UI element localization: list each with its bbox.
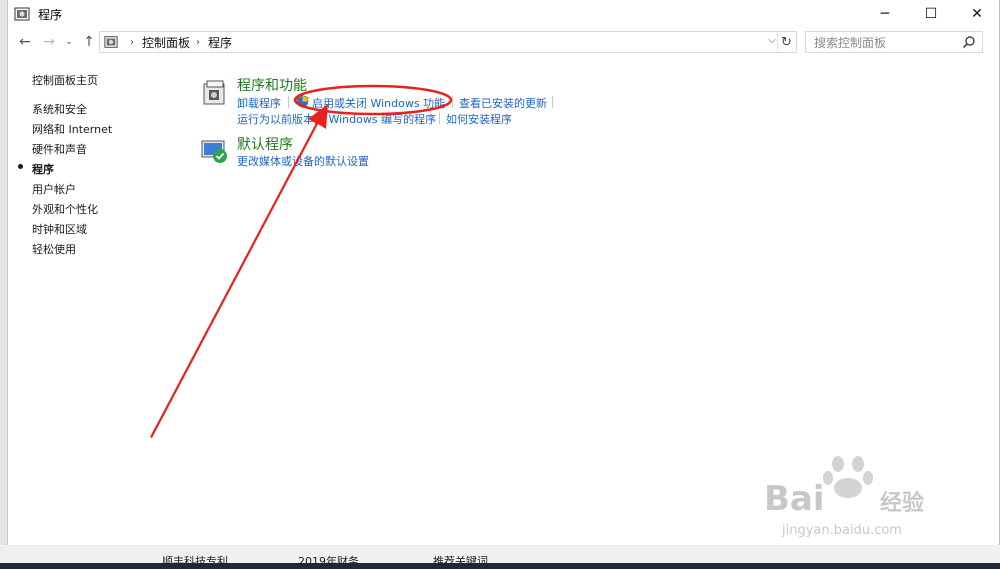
minimize-button[interactable]: ─ — [862, 0, 908, 28]
background-window-edge — [0, 0, 8, 563]
navigation-bar: ← → ⌄ ↑ › 控制面板 › 程序 ⌵ ↻ 搜索控制面板 — [8, 28, 1000, 56]
refresh-icon[interactable]: ↻ — [777, 33, 795, 51]
current-item-bullet — [18, 164, 23, 169]
sidebar-item-system-security[interactable]: 系统和安全 — [32, 101, 87, 117]
title-bar: 程序 ─ ☐ ✕ — [8, 0, 1000, 28]
taskbar-item[interactable]: 推荐关键词 — [433, 553, 488, 569]
shield-icon — [296, 95, 309, 108]
link-divider — [439, 112, 440, 124]
link-divider — [452, 96, 453, 108]
taskbar-strip: 顺丰科技专利 2019年财务 推荐关键词 — [0, 545, 1000, 568]
sidebar-item-appearance[interactable]: 外观和个性化 — [32, 201, 98, 217]
taskbar-item[interactable]: 顺丰科技专利 — [162, 553, 228, 569]
search-input[interactable]: 搜索控制面板 — [805, 31, 983, 53]
control-panel-icon — [104, 36, 118, 48]
up-arrow-icon[interactable]: ↑ — [80, 33, 98, 51]
sidebar-item-clock-region[interactable]: 时钟和区域 — [32, 221, 87, 237]
windows-features-link[interactable]: 启用或关闭 Windows 功能 — [312, 95, 445, 111]
programs-features-icon[interactable] — [201, 78, 229, 106]
programs-features-title[interactable]: 程序和功能 — [237, 75, 307, 95]
how-to-install-link[interactable]: 如何安装程序 — [446, 111, 512, 127]
default-programs-title[interactable]: 默认程序 — [237, 134, 293, 154]
sidebar-item-control-panel-home[interactable]: 控制面板主页 — [32, 72, 98, 88]
chevron-right-icon[interactable]: › — [130, 37, 134, 48]
sidebar-item-hardware-sound[interactable]: 硬件和声音 — [32, 141, 87, 157]
sidebar-item-network-internet[interactable]: 网络和 Internet — [32, 121, 112, 137]
change-media-defaults-link[interactable]: 更改媒体或设备的默认设置 — [237, 153, 369, 169]
search-placeholder: 搜索控制面板 — [814, 35, 887, 50]
compatibility-programs-link[interactable]: 运行为以前版本的 Windows 编写的程序 — [237, 111, 436, 127]
forward-arrow-icon[interactable]: → — [40, 33, 58, 51]
window-controls: ─ ☐ ✕ — [862, 0, 1000, 28]
control-panel-icon — [14, 7, 30, 21]
search-icon[interactable] — [962, 35, 976, 49]
breadcrumb-programs[interactable]: 程序 — [208, 34, 232, 51]
sidebar-item-programs[interactable]: 程序 — [32, 161, 54, 177]
chevron-right-icon[interactable]: › — [196, 37, 200, 48]
svg-text:Bai: Bai — [764, 479, 825, 519]
recent-locations-chevron-icon[interactable]: ⌄ — [60, 33, 78, 51]
uninstall-program-link[interactable]: 卸载程序 — [237, 95, 281, 111]
breadcrumb-control-panel[interactable]: 控制面板 — [142, 34, 190, 51]
sidebar-item-ease-of-access[interactable]: 轻松使用 — [32, 241, 76, 257]
window-title: 程序 — [38, 7, 63, 22]
chevron-down-icon[interactable]: ⌵ — [768, 35, 776, 46]
maximize-button[interactable]: ☐ — [908, 0, 954, 28]
back-arrow-icon[interactable]: ← — [16, 33, 34, 51]
address-bar[interactable]: › 控制面板 › 程序 ⌵ ↻ — [99, 31, 797, 53]
watermark-url: jingyan.baidu.com — [781, 523, 902, 538]
baidu-jingyan-watermark: Bai 经验 jingyan.baidu.com — [764, 456, 924, 538]
link-divider — [288, 96, 289, 108]
view-installed-updates-link[interactable]: 查看已安装的更新 — [459, 95, 547, 111]
svg-text:经验: 经验 — [880, 490, 924, 516]
close-button[interactable]: ✕ — [954, 0, 1000, 28]
taskbar-item[interactable]: 2019年财务 — [298, 553, 359, 569]
default-programs-icon[interactable] — [201, 137, 229, 165]
sidebar-item-user-accounts[interactable]: 用户帐户 — [32, 181, 76, 197]
link-divider — [552, 96, 553, 108]
